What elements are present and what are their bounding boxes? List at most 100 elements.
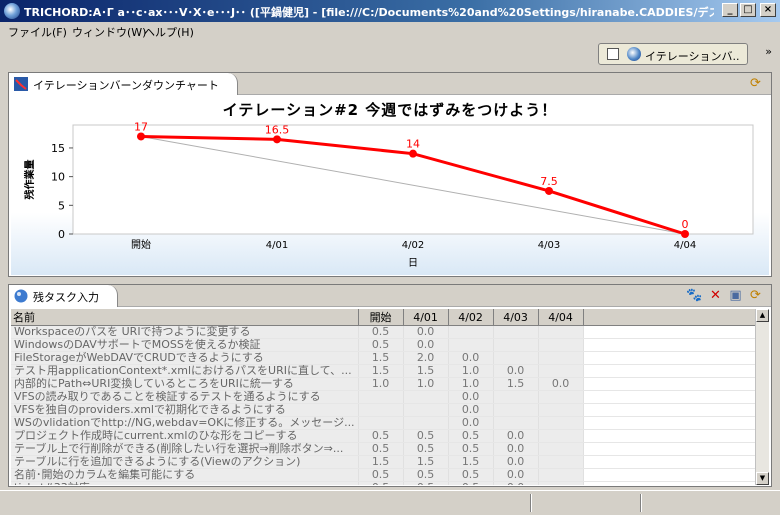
task-value-cell[interactable]: 0.0 bbox=[538, 377, 584, 391]
task-value-cell[interactable] bbox=[493, 338, 539, 352]
task-name-cell[interactable]: テスト用applicationContext*.xmlにおけるパスをURIに直し… bbox=[11, 364, 359, 378]
task-value-cell[interactable]: 1.5 bbox=[403, 364, 449, 378]
task-name-cell[interactable]: Workspaceのパスを URIで持つように変更する bbox=[11, 325, 359, 339]
task-value-cell[interactable] bbox=[403, 390, 449, 404]
task-value-cell[interactable] bbox=[538, 364, 584, 378]
task-value-cell[interactable] bbox=[403, 416, 449, 430]
task-value-cell[interactable]: 0.5 bbox=[403, 429, 449, 443]
minimize-button[interactable]: _ bbox=[722, 3, 738, 17]
task-name-cell[interactable]: 内部的にPath⇔URI変換しているところをURIに統一する bbox=[11, 377, 359, 391]
task-value-cell[interactable]: 0.5 bbox=[358, 325, 404, 339]
task-value-cell[interactable]: 0.5 bbox=[358, 429, 404, 443]
table-row[interactable]: テーブル上で行削除ができる(削除したい行を選択⇒削除ボタン⇒... 0.5 0.5 0… bbox=[11, 442, 758, 456]
table-row[interactable]: VFSの読み取りであることを検証するテストを通るようにする 0.0 bbox=[11, 390, 758, 404]
add-task-icon[interactable]: 🐾 bbox=[686, 288, 702, 303]
scroll-down-arrow-icon[interactable]: ▼ bbox=[756, 472, 769, 485]
task-name-cell[interactable]: FileStorageがWebDAVでCRUDできるようにする bbox=[11, 351, 359, 365]
task-value-cell[interactable] bbox=[448, 325, 494, 339]
task-value-cell[interactable] bbox=[493, 390, 539, 404]
task-value-cell[interactable] bbox=[538, 468, 584, 482]
table-vertical-scrollbar[interactable]: ▲ ▼ bbox=[755, 309, 769, 485]
task-value-cell[interactable] bbox=[358, 403, 404, 417]
task-value-cell[interactable] bbox=[538, 429, 584, 443]
task-value-cell[interactable]: 0.5 bbox=[403, 442, 449, 456]
task-value-cell[interactable] bbox=[538, 338, 584, 352]
task-value-cell[interactable] bbox=[538, 390, 584, 404]
task-value-cell[interactable]: 1.0 bbox=[403, 377, 449, 391]
task-value-cell[interactable]: 1.0 bbox=[448, 364, 494, 378]
task-value-cell[interactable]: 1.0 bbox=[358, 377, 404, 391]
task-value-cell[interactable]: 0.5 bbox=[403, 468, 449, 482]
task-name-cell[interactable]: WSのvlidationでhttp://NG,webdav=OKに修正する。メッ… bbox=[11, 416, 359, 430]
task-name-cell[interactable]: テーブル上で行削除ができる(削除したい行を選択⇒削除ボタン⇒... bbox=[11, 442, 359, 456]
task-value-cell[interactable] bbox=[538, 351, 584, 365]
column-header-start[interactable]: 開始 bbox=[358, 309, 404, 326]
menu-file[interactable]: ファイル(F) bbox=[8, 24, 67, 40]
task-value-cell[interactable]: 0.0 bbox=[448, 403, 494, 417]
column-header-0402[interactable]: 4/02 bbox=[448, 309, 494, 326]
task-value-cell[interactable] bbox=[358, 390, 404, 404]
menu-help[interactable]: ヘルプ(H) bbox=[144, 24, 194, 40]
column-header-0404[interactable]: 4/04 bbox=[538, 309, 584, 326]
task-value-cell[interactable]: 0.0 bbox=[448, 416, 494, 430]
maximize-button[interactable]: □ bbox=[740, 3, 756, 17]
task-value-cell[interactable]: 1.5 bbox=[448, 455, 494, 469]
task-value-cell[interactable]: 0.0 bbox=[493, 455, 539, 469]
close-button[interactable]: × bbox=[760, 3, 776, 17]
task-value-cell[interactable]: 1.5 bbox=[493, 377, 539, 391]
perspective-overflow-chevron[interactable]: » bbox=[765, 45, 772, 58]
task-value-cell[interactable]: 0.0 bbox=[493, 481, 539, 485]
table-row[interactable]: FileStorageがWebDAVでCRUDできるようにする 1.5 2.0 0.0 bbox=[11, 351, 758, 365]
perspective-switcher[interactable]: イテレーションバ.. bbox=[598, 43, 748, 65]
column-header-0403[interactable]: 4/03 bbox=[493, 309, 539, 326]
table-row[interactable]: テーブルに行を追加できるようにする(Viewのアクション) 1.5 1.5 1.5 0.… bbox=[11, 455, 758, 469]
task-value-cell[interactable]: 0.5 bbox=[358, 481, 404, 485]
task-value-cell[interactable] bbox=[538, 416, 584, 430]
task-value-cell[interactable]: 0.0 bbox=[493, 364, 539, 378]
task-value-cell[interactable] bbox=[493, 403, 539, 417]
task-value-cell[interactable] bbox=[538, 455, 584, 469]
table-row[interactable]: 内部的にPath⇔URI変換しているところをURIに統一する 1.0 1.0 1.0 1… bbox=[11, 377, 758, 391]
task-value-cell[interactable] bbox=[358, 416, 404, 430]
task-value-cell[interactable] bbox=[538, 481, 584, 485]
refresh-icon[interactable]: ⟳ bbox=[748, 76, 763, 91]
task-value-cell[interactable]: 0.5 bbox=[448, 481, 494, 485]
task-value-cell[interactable] bbox=[403, 403, 449, 417]
refresh-icon[interactable]: ⟳ bbox=[748, 288, 763, 303]
task-value-cell[interactable] bbox=[538, 442, 584, 456]
task-value-cell[interactable]: 1.5 bbox=[358, 455, 404, 469]
task-value-cell[interactable]: 0.0 bbox=[493, 429, 539, 443]
task-value-cell[interactable]: 0.0 bbox=[448, 351, 494, 365]
open-perspective-icon[interactable] bbox=[607, 48, 619, 60]
task-value-cell[interactable]: 0.0 bbox=[403, 338, 449, 352]
task-value-cell[interactable] bbox=[493, 325, 539, 339]
table-row[interactable]: WindowsのDAVサポートでMOSSを使えるか検証 0.5 0.0 bbox=[11, 338, 758, 352]
task-value-cell[interactable] bbox=[538, 325, 584, 339]
task-value-cell[interactable]: 0.5 bbox=[448, 429, 494, 443]
task-value-cell[interactable]: 0.0 bbox=[493, 468, 539, 482]
task-value-cell[interactable]: 0.0 bbox=[403, 325, 449, 339]
task-value-cell[interactable]: 1.5 bbox=[358, 364, 404, 378]
task-name-cell[interactable]: ticket#33対応 bbox=[11, 481, 359, 485]
task-value-cell[interactable]: 0.5 bbox=[448, 442, 494, 456]
table-row[interactable]: プロジェクト作成時にcurrent.xmlのひな形をコピーする 0.5 0.5 0.5… bbox=[11, 429, 758, 443]
tab-burndown-chart[interactable]: イテレーションバーンダウンチャート bbox=[9, 73, 238, 95]
task-value-cell[interactable]: 0.5 bbox=[448, 468, 494, 482]
task-value-cell[interactable]: 0.5 bbox=[403, 481, 449, 485]
task-value-cell[interactable]: 0.5 bbox=[358, 338, 404, 352]
task-name-cell[interactable]: 名前･開始のカラムを編集可能にする bbox=[11, 468, 359, 482]
task-value-cell[interactable]: 1.5 bbox=[358, 351, 404, 365]
table-row[interactable]: テスト用applicationContext*.xmlにおけるパスをURIに直し… bbox=[11, 364, 758, 378]
menu-window[interactable]: ウィンドウ(W) bbox=[72, 24, 146, 40]
scroll-up-arrow-icon[interactable]: ▲ bbox=[756, 309, 769, 322]
table-row[interactable]: 名前･開始のカラムを編集可能にする 0.5 0.5 0.5 0.0 bbox=[11, 468, 758, 482]
task-name-cell[interactable]: WindowsのDAVサポートでMOSSを使えるか検証 bbox=[11, 338, 359, 352]
task-value-cell[interactable]: 0.5 bbox=[358, 442, 404, 456]
task-value-cell[interactable] bbox=[448, 338, 494, 352]
task-name-cell[interactable]: VFSを独自のproviders.xmlで初期化できるようにする bbox=[11, 403, 359, 417]
task-value-cell[interactable] bbox=[493, 416, 539, 430]
save-icon[interactable]: ▣ bbox=[728, 288, 743, 303]
table-row[interactable]: VFSを独自のproviders.xmlで初期化できるようにする 0.0 bbox=[11, 403, 758, 417]
task-value-cell[interactable]: 2.0 bbox=[403, 351, 449, 365]
task-value-cell[interactable]: 1.5 bbox=[403, 455, 449, 469]
